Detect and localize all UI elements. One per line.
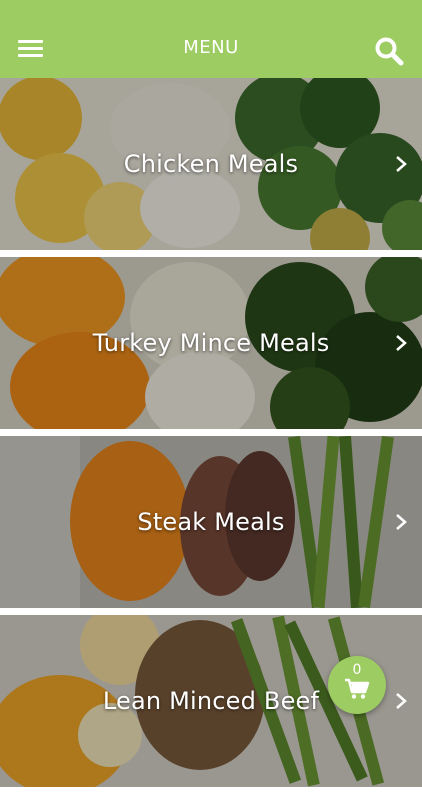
category-label: Chicken Meals [123,150,299,178]
chevron-right-icon [396,514,407,530]
chevron-right-icon [396,335,407,351]
chevron-right-icon [396,156,407,172]
cart-button[interactable]: 0 [328,656,386,714]
app-header: MENU [0,0,422,78]
page-title: MENU [183,37,239,58]
chevron-right-icon [396,693,407,709]
category-chicken-meals[interactable]: Chicken Meals [0,78,422,250]
search-icon[interactable] [374,36,404,66]
cart-icon [345,678,370,699]
category-label: Steak Meals [137,508,285,536]
category-steak-meals[interactable]: Steak Meals [0,436,422,608]
cart-count-badge: 0 [352,662,362,678]
category-turkey-mince-meals[interactable]: Turkey Mince Meals [0,257,422,429]
category-label: Turkey Mince Meals [92,329,330,357]
